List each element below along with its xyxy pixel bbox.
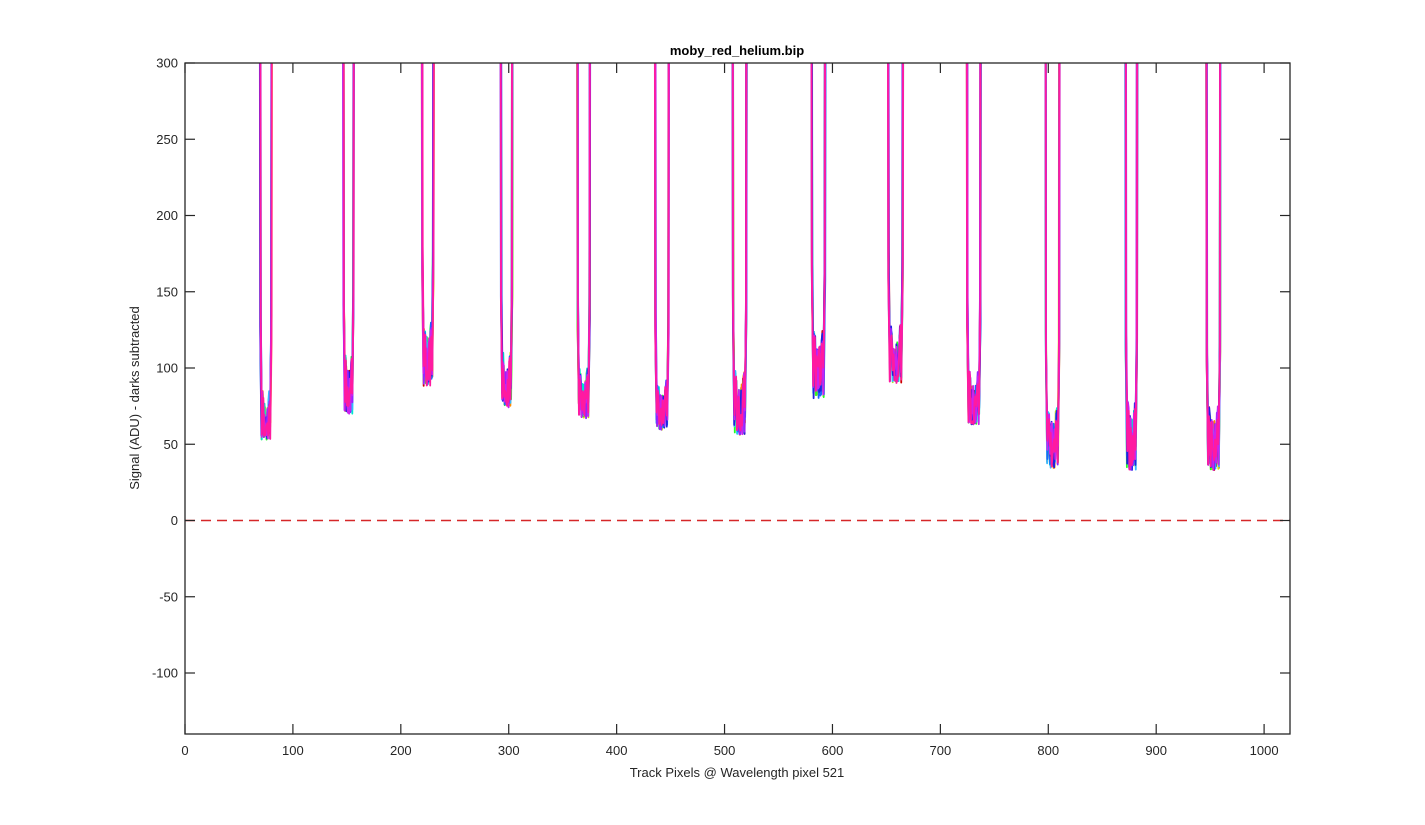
chart-title: moby_red_helium.bip <box>670 43 804 58</box>
y-tick-label: 150 <box>156 284 178 299</box>
y-tick-label: -100 <box>152 666 178 681</box>
y-tick-label: 250 <box>156 132 178 147</box>
plot-series <box>258 63 1222 471</box>
y-tick-label: 300 <box>156 56 178 71</box>
x-tick-label: 300 <box>498 743 520 758</box>
peak-trace <box>259 63 273 440</box>
x-tick-label: 400 <box>606 743 628 758</box>
chart-figure: moby_red_helium.bip 0 100 200 300 400 500 600 7… <box>127 43 1291 780</box>
y-axis-label: Signal (ADU) - darks subtracted <box>127 306 142 490</box>
y-tick-label: 100 <box>156 361 178 376</box>
y-tick-label: -50 <box>159 589 178 604</box>
x-tick-label: 900 <box>1145 743 1167 758</box>
peak-trace <box>1124 63 1139 471</box>
x-tick-label: 500 <box>714 743 736 758</box>
peak-trace <box>1206 63 1221 471</box>
axis-ticks: 0 100 200 300 400 500 600 700 800 900 1000 -100 -50 0… <box>152 56 1290 758</box>
x-tick-label: 100 <box>282 743 304 758</box>
x-tick-label: 800 <box>1037 743 1059 758</box>
y-tick-label: 200 <box>156 208 178 223</box>
x-tick-label: 1000 <box>1250 743 1279 758</box>
y-tick-label: 0 <box>171 513 178 528</box>
x-tick-label: 200 <box>390 743 412 758</box>
x-tick-label: 600 <box>822 743 844 758</box>
y-tick-label: 50 <box>164 437 178 452</box>
x-tick-label: 0 <box>181 743 188 758</box>
x-tick-label: 700 <box>930 743 952 758</box>
x-axis-label: Track Pixels @ Wavelength pixel 521 <box>630 765 845 780</box>
peak-trace <box>887 63 904 379</box>
